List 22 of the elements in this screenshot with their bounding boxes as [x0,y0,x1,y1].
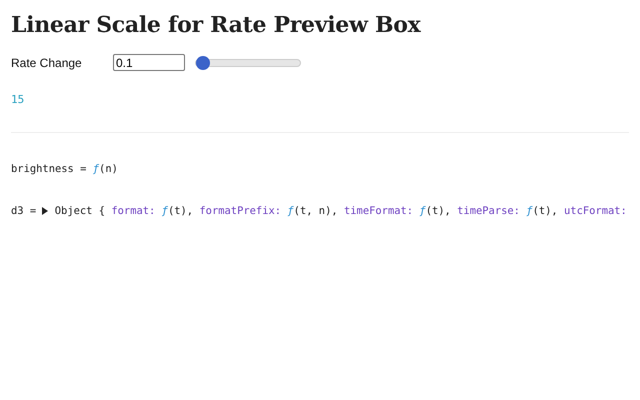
page-title: Linear Scale for Rate Preview Box [11,12,422,38]
property-key: utcFormat: [564,205,627,217]
function-value: ƒ(t), [162,205,194,217]
assign-operator: = [30,205,36,217]
expand-triangle-icon[interactable] [42,207,48,215]
rate-input[interactable]: 0.1 [113,54,185,71]
slider-thumb[interactable] [196,56,210,70]
property-key: timeFormat: [344,205,414,217]
variable-name: d3 [11,205,24,217]
output-value: 15 [11,93,24,106]
function-value: ƒ(t, n), [287,205,338,217]
property-key: timeParse: [457,205,520,217]
assign-operator: = [80,163,86,175]
rate-slider[interactable] [195,58,301,66]
function-value: ƒ(t), [419,205,451,217]
property-key: formatPrefix: [199,205,282,217]
object-label: Object { [54,205,106,217]
variable-name: brightness [11,163,74,175]
function-value: ƒ(n) [92,163,118,175]
function-value: ƒ(t), [526,205,558,217]
rate-change-label: Rate Change [11,56,83,70]
property-key: format: [111,205,156,217]
